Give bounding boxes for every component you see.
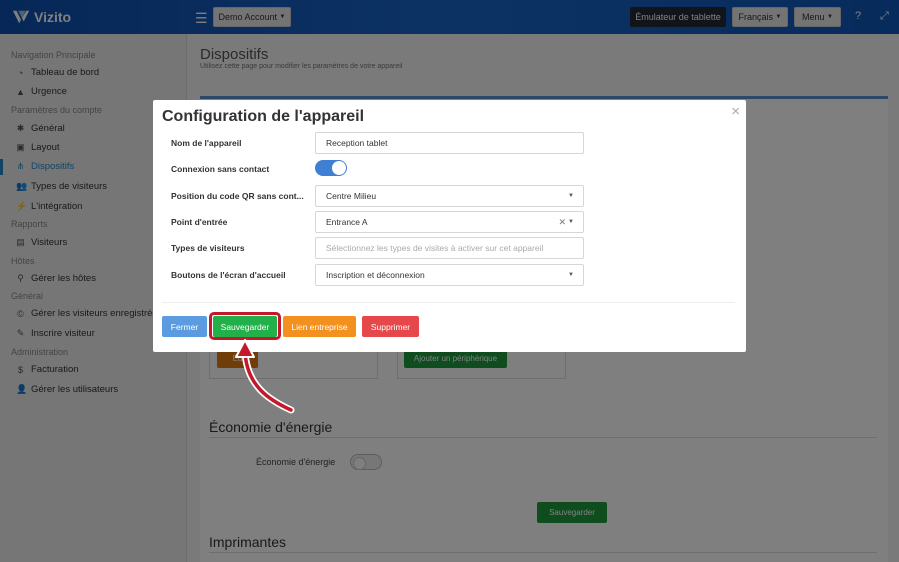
- company-link-button[interactable]: Lien entreprise: [283, 316, 356, 337]
- visitor-types-label: Types de visiteurs: [171, 243, 245, 253]
- modal-title: Configuration de l'appareil: [162, 108, 365, 125]
- modal-divider: [162, 302, 735, 303]
- device-name-value: Reception tablet: [326, 138, 388, 148]
- close-icon[interactable]: ×: [731, 103, 740, 120]
- contactless-label: Connexion sans contact: [171, 164, 270, 174]
- save-highlight-outline: [209, 312, 281, 340]
- caret-down-icon: ▼: [568, 219, 574, 225]
- delete-label: Supprimer: [370, 321, 411, 332]
- entry-point-value: Entrance A: [326, 217, 368, 227]
- entry-point-label: Point d'entrée: [171, 217, 228, 227]
- home-buttons-label: Boutons de l'écran d'accueil: [171, 270, 286, 280]
- contactless-toggle[interactable]: [315, 160, 347, 176]
- qr-position-value: Centre Milieu: [326, 191, 377, 201]
- close-button[interactable]: Fermer: [162, 316, 207, 337]
- clear-icon[interactable]: ✕: [558, 217, 566, 228]
- entry-point-select[interactable]: Entrance A ✕ ▼: [315, 211, 584, 233]
- company-link-label: Lien entreprise: [291, 321, 348, 332]
- home-buttons-value: Inscription et déconnexion: [326, 270, 425, 280]
- delete-button[interactable]: Supprimer: [362, 316, 419, 337]
- qr-position-select[interactable]: Centre Milieu ▼: [315, 185, 584, 207]
- caret-down-icon: ▼: [568, 193, 574, 199]
- caret-down-icon: ▼: [568, 272, 574, 278]
- pointer-arrow-icon: [235, 339, 295, 414]
- visitor-types-multiselect[interactable]: Sélectionnez les types de visites à acti…: [315, 237, 584, 259]
- visitor-types-placeholder: Sélectionnez les types de visites à acti…: [326, 243, 544, 253]
- device-name-label: Nom de l'appareil: [171, 138, 242, 148]
- qr-position-label: Position du code QR sans cont...: [171, 191, 304, 201]
- device-name-input[interactable]: Reception tablet: [315, 132, 584, 154]
- home-buttons-select[interactable]: Inscription et déconnexion ▼: [315, 264, 584, 286]
- close-label: Fermer: [170, 321, 199, 332]
